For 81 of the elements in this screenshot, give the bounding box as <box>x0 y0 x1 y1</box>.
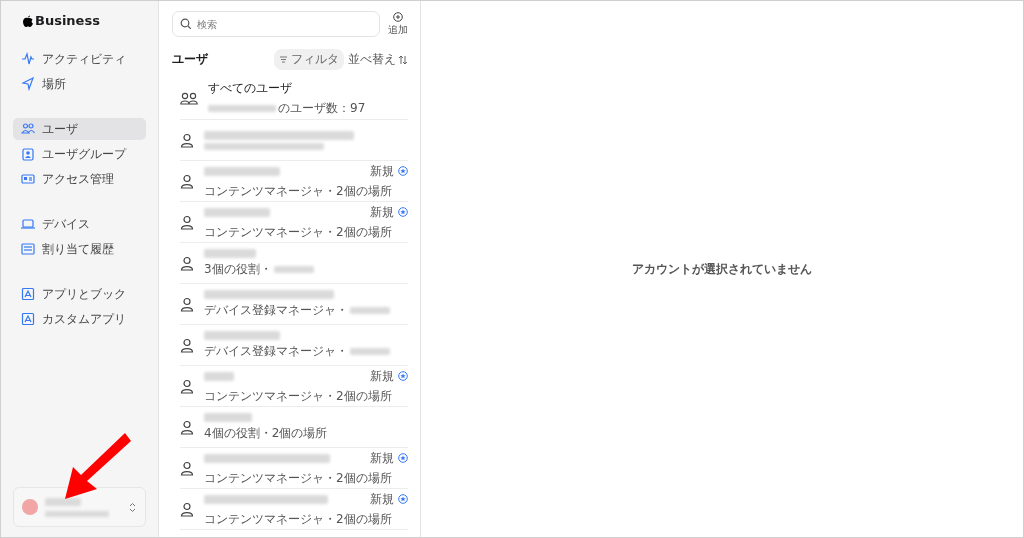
account-switcher[interactable] <box>13 487 146 527</box>
user-role-summary: コンテンツマネージャ・2個の場所 <box>204 387 392 405</box>
user-role-summary: 4個の役割・2個の場所 <box>204 424 328 442</box>
redacted-text <box>204 371 234 381</box>
person-icon <box>180 501 194 517</box>
app-store-icon <box>21 312 35 326</box>
people-icon <box>180 92 198 105</box>
user-row[interactable]: デバイス登録マネージャ・ <box>180 325 408 366</box>
person-icon <box>180 214 194 230</box>
person-icon <box>180 132 194 148</box>
star-circle-icon <box>398 207 408 217</box>
person-icon <box>180 419 194 435</box>
id-card-icon <box>21 172 35 186</box>
user-row[interactable]: 3個の役割・ <box>180 243 408 284</box>
filter-lines-icon <box>279 55 288 64</box>
empty-state-message: アカウントが選択されていません <box>632 260 812 278</box>
up-down-chevron-icon <box>128 501 137 513</box>
redacted-text <box>208 105 276 112</box>
redacted-text <box>204 412 252 422</box>
user-count: のユーザ数：97 <box>278 100 366 117</box>
star-circle-icon <box>398 166 408 176</box>
app-store-icon <box>21 287 35 301</box>
user-role-summary: コンテンツマネージャ・2個の場所 <box>204 223 392 241</box>
person-icon <box>180 378 194 394</box>
user-row[interactable]: 新規 コンテンツマネージャ・2個の場所 <box>180 202 408 243</box>
user-row[interactable]: 新規 コンテンツマネージャ・2個の場所 <box>180 489 408 530</box>
all-users-row[interactable]: すべてのユーザ のユーザ数：97 <box>180 78 408 120</box>
location-arrow-icon <box>21 77 35 91</box>
person-icon <box>180 173 194 189</box>
star-circle-icon <box>398 494 408 504</box>
sidebar-item[interactable]: アクティビティ <box>13 48 146 70</box>
sort-arrows-icon <box>398 54 408 65</box>
sidebar-item[interactable]: ユーザ <box>13 118 146 140</box>
user-role-summary: コンテンツマネージャ・2個の場所 <box>204 469 392 487</box>
redacted-text <box>204 248 256 258</box>
add-button[interactable]: 追加 <box>388 11 408 37</box>
plus-circle-icon <box>393 11 403 22</box>
person-icon <box>180 337 194 353</box>
sidebar-item[interactable]: 割り当て履歴 <box>13 238 146 260</box>
sidebar-item[interactable]: デバイス <box>13 213 146 235</box>
new-label: 新規 <box>370 162 394 180</box>
avatar <box>22 499 38 515</box>
filter-button[interactable]: フィルタ <box>274 49 344 70</box>
user-role-summary: デバイス登録マネージャ・ <box>204 301 348 319</box>
user-row[interactable]: 4個の役割・2個の場所 <box>180 407 408 448</box>
sidebar-item[interactable]: カスタムアプリ <box>13 308 146 330</box>
user-row[interactable]: 新規 コンテンツマネージャ・2個の場所 <box>180 366 408 407</box>
row-title: すべてのユーザ <box>208 80 293 97</box>
new-label: 新規 <box>370 490 394 508</box>
star-circle-icon <box>398 453 408 463</box>
app-logo-text: Business <box>35 13 100 28</box>
sidebar-item[interactable]: アクセス管理 <box>13 168 146 190</box>
sidebar-item[interactable]: アプリとブック <box>13 283 146 305</box>
person-icon <box>180 255 194 271</box>
sidebar-item[interactable]: ユーザグループ <box>13 143 146 165</box>
user-row[interactable]: 新規 コンテンツマネージャ・2個の場所 <box>180 161 408 202</box>
user-role-summary: コンテンツマネージャ・2個の場所 <box>204 182 392 200</box>
user-row[interactable]: 新規 コンテンツマネージャ・2個の場所 <box>180 448 408 489</box>
search-field[interactable]: 検索 <box>172 11 380 37</box>
list-card-icon <box>21 242 35 256</box>
people-icon <box>21 122 35 136</box>
list-title: ユーザ <box>172 51 209 68</box>
sidebar-item[interactable]: 場所 <box>13 73 146 95</box>
apple-logo-icon <box>22 14 34 27</box>
user-role-summary: コンテンツマネージャ・2個の場所 <box>204 510 392 528</box>
new-label: 新規 <box>370 367 394 385</box>
person-icon <box>180 296 194 312</box>
badge-person-icon <box>21 147 35 161</box>
pulse-icon <box>21 52 35 66</box>
new-label: 新規 <box>370 203 394 221</box>
redacted-text <box>204 207 270 217</box>
person-icon <box>180 460 194 476</box>
new-label: 新規 <box>370 449 394 467</box>
sort-button[interactable]: 並べ替え <box>348 51 408 68</box>
user-role-summary: 3個の役割・ <box>204 260 272 278</box>
star-circle-icon <box>398 371 408 381</box>
redacted-text <box>45 510 109 517</box>
user-role-summary: デバイス登録マネージャ・ <box>204 342 348 360</box>
laptop-icon <box>21 217 35 231</box>
redacted-text <box>45 497 81 506</box>
user-row[interactable]: デバイス登録マネージャ・ <box>180 284 408 325</box>
